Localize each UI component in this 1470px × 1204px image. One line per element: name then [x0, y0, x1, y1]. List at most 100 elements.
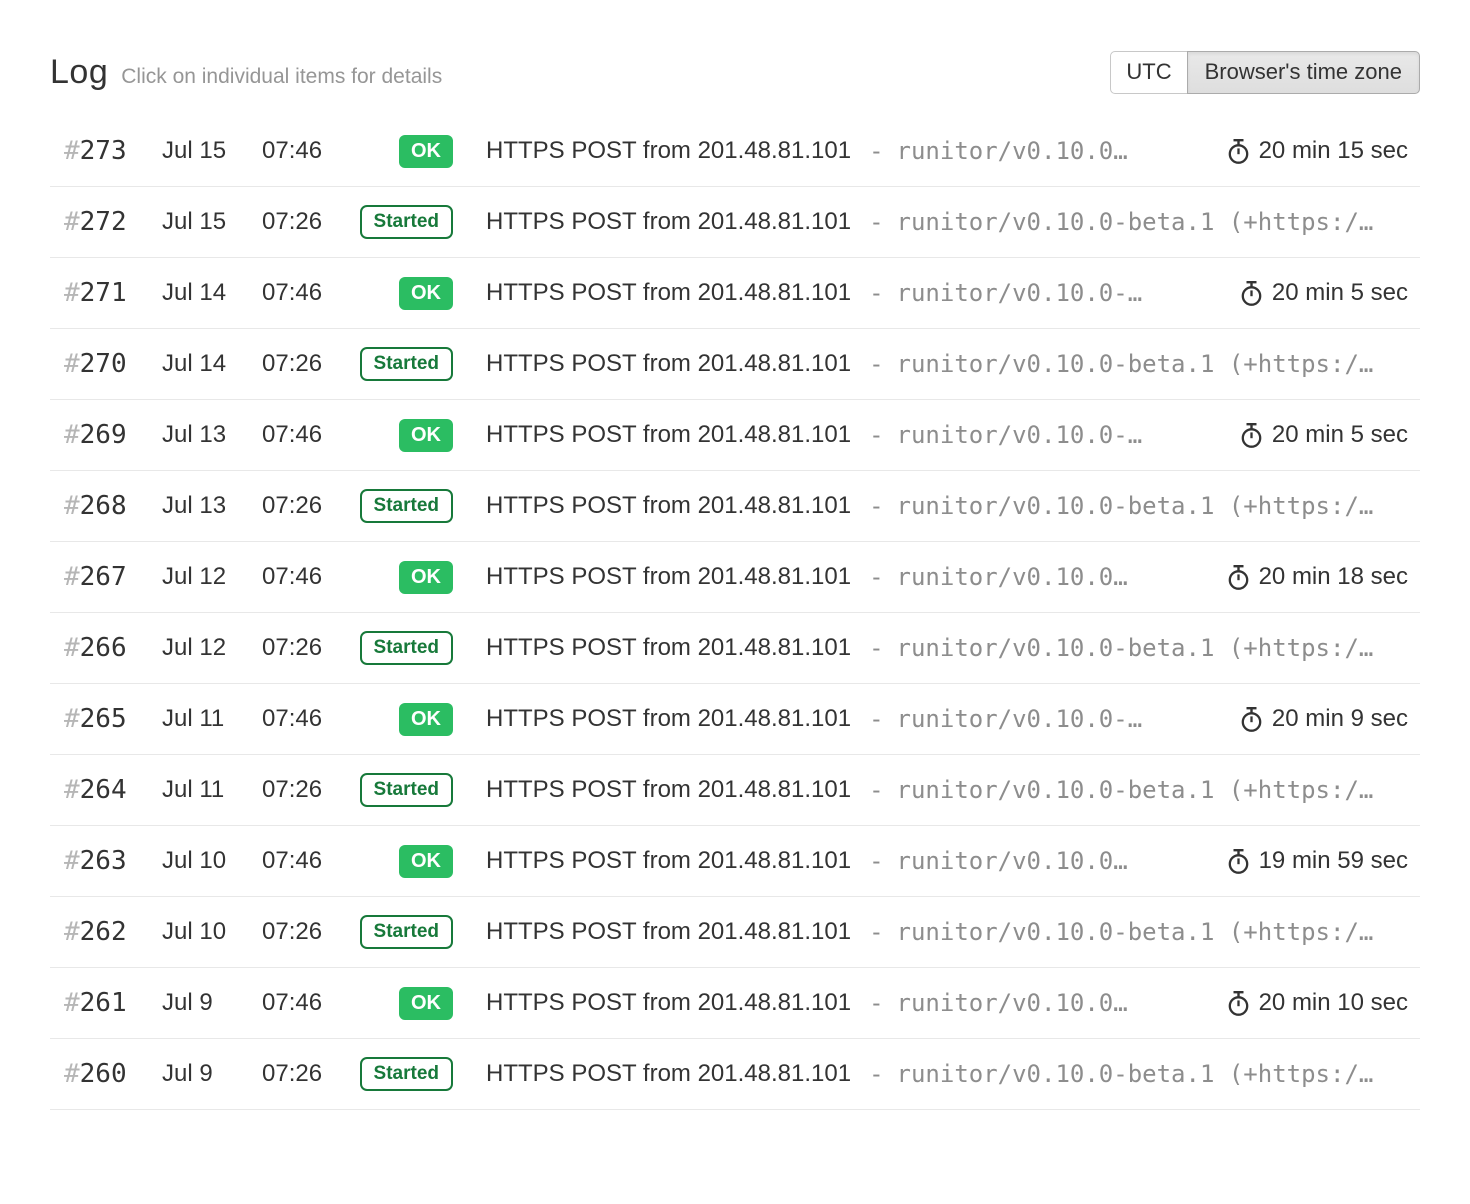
status-badge-cell: OK — [340, 419, 453, 452]
number-digits: 263 — [80, 846, 127, 876]
separator-dash: - — [869, 563, 883, 591]
event-date: Jul 10 — [162, 918, 262, 946]
browser-timezone-button[interactable]: Browser's time zone — [1187, 51, 1420, 94]
status-badge: Started — [360, 205, 453, 239]
event-details: HTTPS POST from 201.48.81.101 - runitor/… — [486, 918, 1420, 946]
event-message: HTTPS POST from 201.48.81.101 — [486, 492, 851, 520]
event-message: HTTPS POST from 201.48.81.101 — [486, 847, 851, 875]
title-block: Log Click on individual items for detail… — [50, 53, 442, 92]
log-row[interactable]: #265 Jul 11 07:46 OK HTTPS POST from 201… — [50, 684, 1420, 755]
event-details: HTTPS POST from 201.48.81.101 - runitor/… — [486, 492, 1420, 520]
number-hash-prefix: # — [64, 917, 80, 947]
event-date: Jul 11 — [162, 776, 262, 804]
event-date: Jul 9 — [162, 989, 262, 1017]
status-badge-cell: Started — [340, 915, 453, 949]
page-title: Log — [50, 53, 108, 92]
number-hash-prefix: # — [64, 988, 80, 1018]
number-hash-prefix: # — [64, 136, 80, 166]
utc-button[interactable]: UTC — [1110, 51, 1187, 94]
event-number: #268 — [50, 491, 162, 521]
separator-dash: - — [869, 492, 883, 520]
event-message: HTTPS POST from 201.48.81.101 — [486, 1060, 851, 1088]
log-row[interactable]: #271 Jul 14 07:46 OK HTTPS POST from 201… — [50, 258, 1420, 329]
status-badge: Started — [360, 1057, 453, 1091]
separator-dash: - — [869, 421, 883, 449]
log-row[interactable]: #267 Jul 12 07:46 OK HTTPS POST from 201… — [50, 542, 1420, 613]
number-hash-prefix: # — [64, 1059, 80, 1089]
number-hash-prefix: # — [64, 562, 80, 592]
event-time: 07:46 — [262, 705, 340, 733]
event-details: HTTPS POST from 201.48.81.101 - runitor/… — [486, 137, 1420, 165]
event-message: HTTPS POST from 201.48.81.101 — [486, 279, 851, 307]
number-hash-prefix: # — [64, 704, 80, 734]
event-date: Jul 10 — [162, 847, 262, 875]
event-time: 07:26 — [262, 918, 340, 946]
event-time: 07:46 — [262, 279, 340, 307]
status-badge-cell: OK — [340, 277, 453, 310]
timezone-toggle-group: UTC Browser's time zone — [1110, 51, 1420, 94]
duration: 20 min 18 sec — [1207, 563, 1420, 591]
separator-dash: - — [869, 776, 883, 804]
event-details: HTTPS POST from 201.48.81.101 - runitor/… — [486, 1060, 1420, 1088]
log-row[interactable]: #272 Jul 15 07:26 Started HTTPS POST fro… — [50, 187, 1420, 258]
event-message: HTTPS POST from 201.48.81.101 — [486, 208, 851, 236]
log-page: Log Click on individual items for detail… — [0, 48, 1470, 1110]
log-row[interactable]: #263 Jul 10 07:46 OK HTTPS POST from 201… — [50, 826, 1420, 897]
separator-dash: - — [869, 208, 883, 236]
log-row[interactable]: #261 Jul 9 07:46 OK HTTPS POST from 201.… — [50, 968, 1420, 1039]
user-agent-text: runitor/v0.10.0-… — [897, 279, 1143, 307]
number-hash-prefix: # — [64, 278, 80, 308]
event-message: HTTPS POST from 201.48.81.101 — [486, 989, 851, 1017]
log-row[interactable]: #260 Jul 9 07:26 Started HTTPS POST from… — [50, 1039, 1420, 1110]
status-badge-cell: Started — [340, 631, 453, 665]
log-row[interactable]: #262 Jul 10 07:26 Started HTTPS POST fro… — [50, 897, 1420, 968]
event-message: HTTPS POST from 201.48.81.101 — [486, 776, 851, 804]
event-time: 07:26 — [262, 208, 340, 236]
status-badge: OK — [399, 135, 453, 168]
number-digits: 260 — [80, 1059, 127, 1089]
user-agent-text: runitor/v0.10.0-beta.1 (+https:/… — [897, 208, 1374, 236]
event-time: 07:26 — [262, 776, 340, 804]
event-message: HTTPS POST from 201.48.81.101 — [486, 918, 851, 946]
event-time: 07:26 — [262, 1060, 340, 1088]
log-row[interactable]: #264 Jul 11 07:26 Started HTTPS POST fro… — [50, 755, 1420, 826]
event-date: Jul 15 — [162, 137, 262, 165]
event-details: HTTPS POST from 201.48.81.101 - runitor/… — [486, 208, 1420, 236]
user-agent-text: runitor/v0.10.0-beta.1 (+https:/… — [897, 350, 1374, 378]
log-row[interactable]: #268 Jul 13 07:26 Started HTTPS POST fro… — [50, 471, 1420, 542]
duration: 20 min 9 sec — [1220, 705, 1420, 733]
separator-dash: - — [869, 989, 883, 1017]
log-row[interactable]: #269 Jul 13 07:46 OK HTTPS POST from 201… — [50, 400, 1420, 471]
number-digits: 265 — [80, 704, 127, 734]
status-badge: Started — [360, 347, 453, 381]
number-digits: 264 — [80, 775, 127, 805]
status-badge: OK — [399, 845, 453, 878]
stopwatch-icon — [1227, 990, 1250, 1017]
event-details: HTTPS POST from 201.48.81.101 - runitor/… — [486, 634, 1420, 662]
stopwatch-icon — [1227, 138, 1250, 165]
status-badge-cell: Started — [340, 1057, 453, 1091]
number-digits: 267 — [80, 562, 127, 592]
log-row[interactable]: #266 Jul 12 07:26 Started HTTPS POST fro… — [50, 613, 1420, 684]
number-digits: 266 — [80, 633, 127, 663]
log-row[interactable]: #273 Jul 15 07:46 OK HTTPS POST from 201… — [50, 116, 1420, 187]
number-hash-prefix: # — [64, 207, 80, 237]
duration-text: 20 min 5 sec — [1272, 279, 1408, 307]
stopwatch-icon — [1240, 280, 1263, 307]
event-number: #273 — [50, 136, 162, 166]
separator-dash: - — [869, 350, 883, 378]
duration: 20 min 15 sec — [1207, 137, 1420, 165]
number-digits: 273 — [80, 136, 127, 166]
event-number: #267 — [50, 562, 162, 592]
event-message: HTTPS POST from 201.48.81.101 — [486, 421, 851, 449]
event-date: Jul 15 — [162, 208, 262, 236]
log-row[interactable]: #270 Jul 14 07:26 Started HTTPS POST fro… — [50, 329, 1420, 400]
stopwatch-icon — [1240, 422, 1263, 449]
event-time: 07:46 — [262, 989, 340, 1017]
duration-text: 20 min 18 sec — [1259, 563, 1408, 591]
status-badge: OK — [399, 419, 453, 452]
user-agent-text: runitor/v0.10.0… — [897, 989, 1128, 1017]
event-details: HTTPS POST from 201.48.81.101 - runitor/… — [486, 279, 1420, 307]
event-number: #263 — [50, 846, 162, 876]
status-badge: Started — [360, 631, 453, 665]
